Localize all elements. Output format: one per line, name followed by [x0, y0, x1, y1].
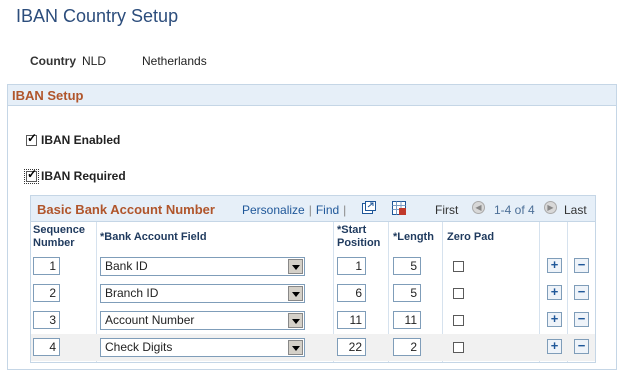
country-code: NLD [82, 54, 107, 68]
col-bank-account-field: *Bank Account Field [100, 231, 207, 243]
download-grid-icon[interactable] [391, 200, 407, 216]
nav-last[interactable]: Last [564, 203, 587, 217]
iban-setup-title: IBAN Setup [8, 85, 616, 106]
country-name: Netherlands [142, 54, 207, 68]
iban-required-checkbox[interactable] [24, 167, 39, 184]
grid-title: Basic Bank Account Number [37, 202, 215, 217]
table-row: 1 Bank ID 1 5 + − [31, 253, 595, 280]
chevron-down-icon[interactable] [288, 313, 303, 328]
iban-required-row[interactable]: IBAN Required [24, 167, 126, 184]
sequence-input[interactable]: 4 [33, 338, 60, 356]
delete-row-button[interactable]: − [574, 312, 589, 327]
sequence-input[interactable]: 1 [33, 257, 60, 275]
delete-row-button[interactable]: − [574, 285, 589, 300]
table-row: 4 Check Digits 22 2 + − [31, 334, 595, 361]
grid-tools: Personalize | Find | [242, 203, 350, 217]
col-start-line2: Position [337, 237, 381, 249]
nav-first[interactable]: First [435, 203, 458, 217]
new-window-icon[interactable] [361, 200, 377, 216]
start-position-input[interactable]: 22 [337, 338, 366, 356]
chevron-down-icon[interactable] [288, 340, 303, 355]
start-position-input[interactable]: 1 [337, 257, 366, 275]
zero-pad-checkbox[interactable] [453, 315, 464, 326]
zero-pad-checkbox[interactable] [453, 342, 464, 353]
col-length: *Length [393, 231, 434, 243]
add-row-button[interactable]: + [547, 339, 562, 354]
iban-enabled-checkbox[interactable] [26, 131, 37, 146]
col-sequence: Sequence Number [33, 224, 85, 250]
table-row: 3 Account Number 11 11 + − [31, 307, 595, 334]
bank-account-field-select[interactable]: Bank ID [100, 257, 305, 276]
add-row-button[interactable]: + [547, 312, 562, 327]
page-title: IBAN Country Setup [16, 6, 179, 26]
sequence-input[interactable]: 3 [33, 311, 60, 329]
length-input[interactable]: 5 [393, 257, 421, 275]
start-position-input[interactable]: 11 [337, 311, 366, 329]
bank-account-field-select[interactable]: Account Number [100, 311, 305, 330]
last-arrow-icon[interactable]: ▶ [544, 201, 557, 214]
bank-account-field-select[interactable]: Check Digits [100, 338, 305, 357]
iban-required-label: IBAN Required [41, 169, 126, 183]
length-input[interactable]: 11 [393, 311, 421, 329]
zero-pad-checkbox[interactable] [453, 261, 464, 272]
add-row-button[interactable]: + [547, 285, 562, 300]
country-row: Country NLD Netherlands [30, 54, 207, 68]
chevron-down-icon[interactable] [288, 286, 303, 301]
find-link[interactable]: Find [316, 203, 339, 217]
col-start-position: *Start Position [337, 224, 380, 250]
zero-pad-checkbox[interactable] [453, 288, 464, 299]
length-input[interactable]: 2 [393, 338, 421, 356]
delete-row-button[interactable]: − [574, 258, 589, 273]
country-label: Country [30, 54, 76, 68]
chevron-down-icon[interactable] [288, 259, 303, 274]
separator: | [343, 203, 347, 217]
delete-row-button[interactable]: − [574, 339, 589, 354]
nav-range: 1-4 of 4 [494, 203, 535, 217]
bank-account-field-value: Check Digits [105, 340, 173, 354]
bank-account-field-value: Account Number [105, 313, 195, 327]
length-input[interactable]: 5 [393, 284, 421, 302]
separator: | [308, 203, 312, 217]
add-row-button[interactable]: + [547, 258, 562, 273]
col-sequence-line1: Sequence [33, 224, 85, 236]
start-position-input[interactable]: 6 [337, 284, 366, 302]
bank-account-field-select[interactable]: Branch ID [100, 284, 305, 303]
first-arrow-icon[interactable]: ◀ [472, 201, 485, 214]
col-start-line1: *Start [337, 224, 367, 236]
bban-grid: Basic Bank Account Number Personalize | Fi… [30, 195, 596, 363]
bank-account-field-value: Bank ID [105, 259, 148, 273]
col-zero-pad: Zero Pad [447, 231, 495, 243]
table-row: 2 Branch ID 6 5 + − [31, 280, 595, 307]
personalize-link[interactable]: Personalize [242, 203, 305, 217]
grid-header: Basic Bank Account Number Personalize | Fi… [31, 196, 595, 222]
col-sequence-line2: Number [33, 237, 75, 249]
iban-enabled-row[interactable]: IBAN Enabled [26, 131, 121, 147]
iban-enabled-label: IBAN Enabled [41, 133, 121, 147]
bank-account-field-value: Branch ID [105, 286, 159, 300]
sequence-input[interactable]: 2 [33, 284, 60, 302]
